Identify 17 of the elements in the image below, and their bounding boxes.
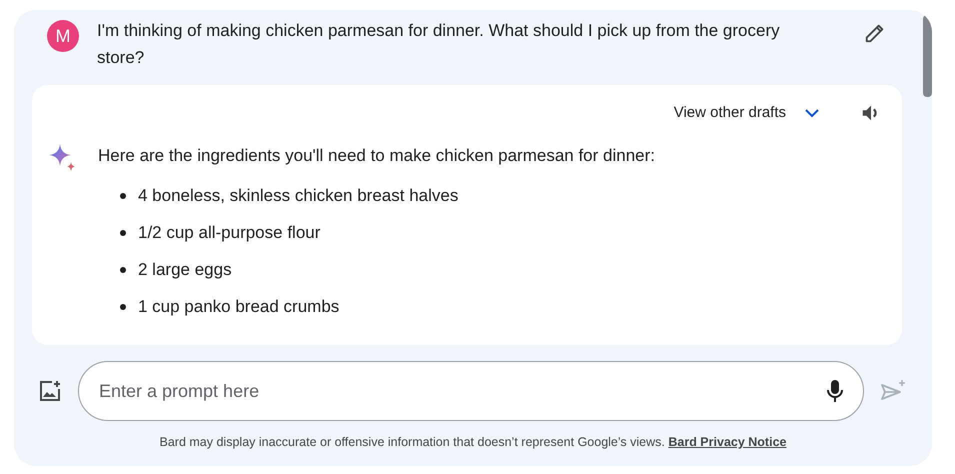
response-text: Here are the ingredients you'll need to make chicken parmesan for dinner: <box>98 145 655 167</box>
privacy-link[interactable]: Bard Privacy Notice <box>668 435 786 449</box>
chevron-down-icon <box>804 108 820 118</box>
bullet-icon <box>120 267 126 273</box>
bullet-icon <box>120 230 126 236</box>
ingredient-item: 2 large eggs <box>138 259 232 281</box>
ingredient-item: 4 boneless, skinless chicken breast halves <box>138 185 458 207</box>
bullet-icon <box>120 193 126 199</box>
prompt-field[interactable]: Enter a prompt here <box>78 361 864 421</box>
user-message: I'm thinking of making chicken parmesan for dinner. What should I pick up from the grocery store? <box>97 20 781 69</box>
ingredient-item: 1/2 cup all-purpose flour <box>138 222 320 244</box>
disclaimer-text: Bard may display inaccurate or offensive information that doesn’t represent Google’s views. <box>160 435 665 449</box>
view-drafts-button[interactable]: View other drafts <box>666 98 828 128</box>
ingredient-item: 1 cup panko bread crumbs <box>138 296 340 318</box>
user-avatar: M <box>47 20 79 52</box>
bullet-icon <box>120 304 126 310</box>
scrollbar-thumb[interactable] <box>923 15 932 97</box>
